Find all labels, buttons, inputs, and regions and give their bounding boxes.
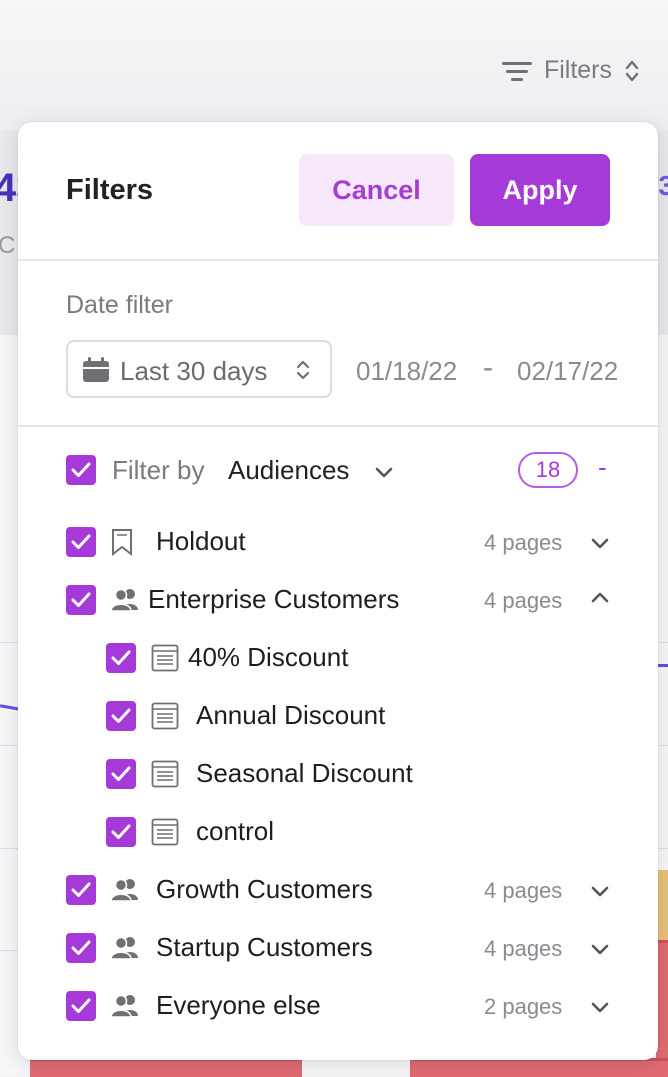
chart-bar [410,1058,668,1077]
check-icon [111,650,131,665]
page-checkbox[interactable] [106,643,136,673]
date-to-field[interactable]: 02/17/22 [517,356,618,387]
page-checkbox[interactable] [106,701,136,731]
audience-page-count: 2 pages [484,994,563,1019]
stat-label-left: C [0,232,16,259]
users-icon [110,878,138,902]
check-icon [111,766,131,781]
page-icon [151,818,179,846]
audience-label: Enterprise Customers [148,584,400,614]
audience-page-count: 4 pages [484,878,563,903]
audience-label: Startup Customers [156,932,373,962]
page-label: Seasonal Discount [196,758,413,788]
page-label: control [196,816,275,846]
chevron-updown-icon [296,360,310,380]
filters-toggle-button[interactable]: Filters [501,56,640,85]
page-checkbox[interactable] [106,759,136,789]
panel-title: Filters [66,174,154,206]
chevron-down-icon[interactable] [590,1001,610,1015]
page-label: 40% Discount [188,642,349,672]
audience-page-count: 4 pages [484,936,563,961]
audience-checkbox[interactable] [66,933,96,963]
date-filter-section: Date filter Last 30 days 01/18/22 - 02/1… [18,261,658,427]
top-bar: Filters [0,0,668,130]
filter-by-checkbox[interactable] [66,455,96,485]
panel-header: Filters Cancel Apply [18,122,658,261]
check-icon [71,592,91,607]
check-icon [111,824,131,839]
audience-checkbox[interactable] [66,875,96,905]
users-icon [110,588,138,612]
date-range-value: Last 30 days [120,356,268,386]
page-checkbox[interactable] [106,817,136,847]
bookmark-icon [112,529,132,556]
filter-by-label: Filter by [112,455,205,485]
check-icon [71,534,91,549]
chevron-down-icon[interactable] [590,885,610,899]
collapse-all-button[interactable]: - [598,452,607,483]
audience-checkbox[interactable] [66,527,96,557]
audience-page-count: 4 pages [484,530,563,555]
audience-label: Everyone else [156,990,321,1020]
cancel-button[interactable]: Cancel [299,154,454,226]
chevron-up-icon[interactable] [590,591,610,605]
chevron-down-icon[interactable] [590,943,610,957]
page-icon [151,702,179,730]
chevron-down-icon[interactable] [374,466,394,480]
check-icon [71,882,91,897]
filters-toggle-label: Filters [543,56,612,84]
audience-page-count: 4 pages [484,588,563,613]
check-icon [71,462,91,477]
audience-checkbox[interactable] [66,585,96,615]
check-icon [71,940,91,955]
date-range-select[interactable]: Last 30 days [66,340,332,398]
filter-type-dropdown[interactable]: Audiences [228,455,349,486]
calendar-icon [83,357,109,382]
audience-label: Holdout [156,526,246,556]
filter-lines-icon [501,60,532,82]
audience-checkbox[interactable] [66,991,96,1021]
date-from-field[interactable]: 01/18/22 [356,356,457,387]
users-icon [110,994,138,1018]
chevron-updown-icon [625,60,639,81]
filters-panel: Filters Cancel Apply Date filter Last 30… [18,122,658,1060]
chart-bar [30,1058,302,1077]
page-label: Annual Discount [196,700,386,730]
chevron-down-icon[interactable] [590,537,610,551]
date-filter-label: Date filter [66,291,173,319]
check-icon [71,998,91,1013]
apply-button[interactable]: Apply [470,154,610,226]
selected-count-badge: 18 [518,452,578,488]
date-separator: - [483,351,493,384]
check-icon [111,708,131,723]
audience-label: Growth Customers [156,874,373,904]
page-icon [151,644,179,672]
page-icon [151,760,179,788]
users-icon [110,936,138,960]
